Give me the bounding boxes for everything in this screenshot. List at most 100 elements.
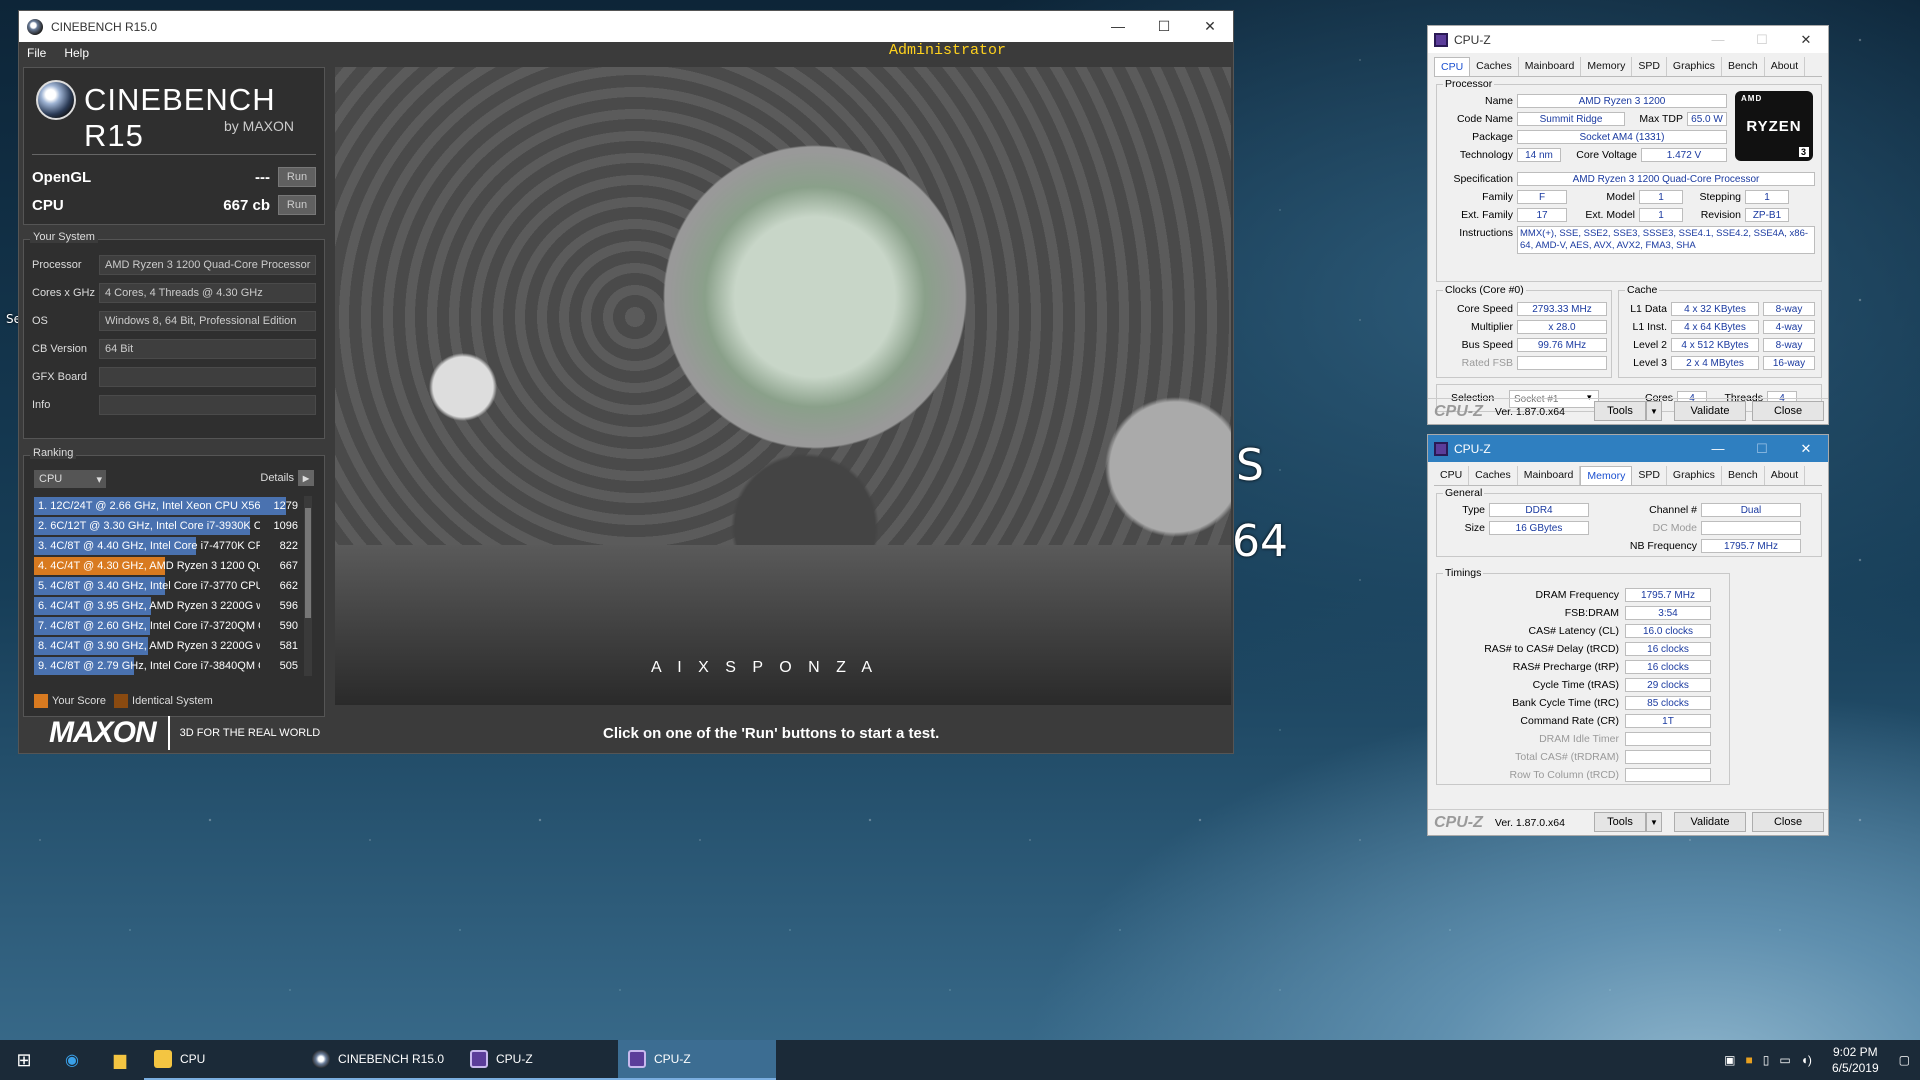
cpuz-titlebar[interactable]: CPU-Z — ☐ ✕: [1428, 26, 1828, 53]
dc-mode: [1701, 521, 1801, 535]
tab-cpu[interactable]: CPU: [1434, 57, 1471, 76]
play-icon: ▶: [298, 470, 314, 486]
ranking-scrollbar[interactable]: [304, 496, 312, 676]
timing-value: 1795.7 MHz: [1625, 588, 1711, 602]
sys-value[interactable]: [99, 395, 316, 415]
sys-label: Info: [32, 399, 51, 411]
tab-bench[interactable]: Bench: [1722, 466, 1765, 485]
tab-mainboard[interactable]: Mainboard: [1518, 466, 1581, 485]
tab-graphics[interactable]: Graphics: [1667, 466, 1722, 485]
timing-label: Total CAS# (tRDRAM): [1515, 751, 1619, 763]
sys-label: Cores x GHz: [32, 287, 95, 299]
ranking-row[interactable]: 6. 4C/4T @ 3.95 GHz, AMD Ryzen 3 2200G w…: [34, 596, 302, 616]
clock[interactable]: 9:02 PM 6/5/2019: [1832, 1044, 1879, 1076]
tab-about[interactable]: About: [1765, 57, 1806, 76]
desktop-text: S: [1236, 440, 1264, 491]
status-hint: Click on one of the 'Run' buttons to sta…: [603, 724, 940, 742]
tab-graphics[interactable]: Graphics: [1667, 57, 1722, 76]
tools-button[interactable]: Tools: [1594, 812, 1646, 832]
ranking-text: 6. 4C/4T @ 3.95 GHz, AMD Ryzen 3 2200G w…: [38, 600, 260, 612]
ranking-list: 1. 12C/24T @ 2.66 GHz, Intel Xeon CPU X5…: [34, 496, 302, 676]
tab-bench[interactable]: Bench: [1722, 57, 1765, 76]
tab-spd[interactable]: SPD: [1632, 57, 1667, 76]
ranking-row[interactable]: 9. 4C/8T @ 2.79 GHz, Intel Core i7-3840Q…: [34, 656, 302, 676]
cache-ways: 16-way: [1763, 356, 1815, 370]
tab-caches[interactable]: Caches: [1470, 57, 1519, 76]
minimize-button[interactable]: —: [1095, 18, 1141, 35]
your-score-swatch: [34, 694, 48, 708]
network-icon[interactable]: ▣: [1724, 1053, 1735, 1067]
field-label: Specification: [1453, 173, 1513, 185]
opengl-run-button[interactable]: Run: [278, 167, 316, 187]
minimize-button[interactable]: —: [1696, 32, 1740, 48]
cpuz-tabs: CPU Caches Mainboard Memory SPD Graphics…: [1434, 57, 1822, 77]
ranking-row[interactable]: 5. 4C/8T @ 3.40 GHz, Intel Core i7-3770 …: [34, 576, 302, 596]
cache-ways: 4-way: [1763, 320, 1815, 334]
taskbar-app[interactable]: CPU-Z: [460, 1040, 618, 1080]
taskbar-app-active[interactable]: CPU-Z: [618, 1040, 776, 1080]
identical-swatch: [114, 694, 129, 708]
close-button[interactable]: ✕: [1187, 18, 1233, 35]
group-label: Timings: [1443, 567, 1484, 579]
tab-mainboard[interactable]: Mainboard: [1519, 57, 1582, 76]
windows-start-icon[interactable]: ⊞: [0, 1040, 48, 1080]
taskbar-app[interactable]: CINEBENCH R15.0: [302, 1040, 460, 1080]
sys-row: OS Windows 8, 64 Bit, Professional Editio…: [32, 310, 316, 332]
cpu-ext-family: 17: [1517, 208, 1567, 222]
tab-about[interactable]: About: [1765, 466, 1806, 485]
ranking-row[interactable]: 8. 4C/4T @ 3.90 GHz, AMD Ryzen 3 2200G w…: [34, 636, 302, 656]
tools-button[interactable]: Tools: [1594, 401, 1646, 421]
ranking-row[interactable]: 2. 6C/12T @ 3.30 GHz, Intel Core i7-3930…: [34, 516, 302, 536]
close-window-button[interactable]: Close: [1752, 401, 1824, 421]
ranking-row[interactable]: 1. 12C/24T @ 2.66 GHz, Intel Xeon CPU X5…: [34, 496, 302, 516]
tab-memory[interactable]: Memory: [1580, 466, 1633, 485]
field-label: DC Mode: [1652, 522, 1697, 534]
file-explorer-icon[interactable]: ▆: [96, 1040, 144, 1080]
tools-dropdown-icon[interactable]: ▼: [1646, 401, 1662, 421]
ranking-select[interactable]: CPU: [34, 470, 106, 488]
cache-size: 4 x 32 KBytes: [1671, 302, 1759, 316]
ranking-score: 667: [279, 560, 298, 572]
cpuz-titlebar[interactable]: CPU-Z — ☐ ✕: [1428, 435, 1828, 462]
menu-file[interactable]: File: [27, 46, 46, 60]
notifications-icon[interactable]: ▢: [1899, 1053, 1910, 1067]
usb-icon[interactable]: ▯: [1763, 1053, 1770, 1067]
ranking-text: 7. 4C/8T @ 2.60 GHz, Intel Core i7-3720Q…: [38, 620, 260, 632]
color-icon[interactable]: ■: [1745, 1053, 1752, 1067]
field-label: Max TDP: [1639, 113, 1683, 125]
close-button[interactable]: ✕: [1784, 441, 1828, 457]
details-button[interactable]: Details ▶: [260, 470, 314, 486]
ranking-row[interactable]: 7. 4C/8T @ 2.60 GHz, Intel Core i7-3720Q…: [34, 616, 302, 636]
sys-row: GFX Board: [32, 366, 316, 388]
validate-button[interactable]: Validate: [1674, 401, 1746, 421]
cpu-family: F: [1517, 190, 1567, 204]
maximize-button[interactable]: ☐: [1740, 32, 1784, 48]
sys-value[interactable]: [99, 367, 316, 387]
volume-icon[interactable]: ◖): [1801, 1053, 1812, 1067]
minimize-button[interactable]: —: [1696, 441, 1740, 457]
nb-frequency: 1795.7 MHz: [1701, 539, 1801, 553]
ranking-row[interactable]: 4. 4C/4T @ 4.30 GHz, AMD Ryzen 3 1200 Qu…: [34, 556, 302, 576]
close-window-button[interactable]: Close: [1752, 812, 1824, 832]
cpu-run-button[interactable]: Run: [278, 195, 316, 215]
tab-memory[interactable]: Memory: [1581, 57, 1633, 76]
monitor-icon[interactable]: ▭: [1779, 1053, 1790, 1067]
tools-dropdown-icon[interactable]: ▼: [1646, 812, 1662, 832]
tab-spd[interactable]: SPD: [1632, 466, 1667, 485]
close-button[interactable]: ✕: [1784, 32, 1828, 48]
field-label: Ext. Model: [1585, 209, 1635, 221]
validate-button[interactable]: Validate: [1674, 812, 1746, 832]
tab-cpu[interactable]: CPU: [1434, 466, 1470, 485]
taskbar-app[interactable]: CPU: [144, 1040, 302, 1080]
cache-ways: 8-way: [1763, 302, 1815, 316]
window-title: CPU-Z: [1454, 441, 1491, 456]
tab-caches[interactable]: Caches: [1469, 466, 1518, 485]
ranking-row[interactable]: 3. 4C/8T @ 4.40 GHz, Intel Core i7-4770K…: [34, 536, 302, 556]
cinebench-titlebar[interactable]: CINEBENCH R15.0 — ☐ ✕: [19, 11, 1233, 42]
menu-help[interactable]: Help: [64, 46, 89, 60]
browser-icon[interactable]: ◉: [48, 1040, 96, 1080]
maximize-button[interactable]: ☐: [1141, 18, 1187, 35]
maximize-button[interactable]: ☐: [1740, 441, 1784, 457]
cache-label: L1 Inst.: [1632, 321, 1667, 333]
your-system-title: Your System: [30, 231, 98, 243]
